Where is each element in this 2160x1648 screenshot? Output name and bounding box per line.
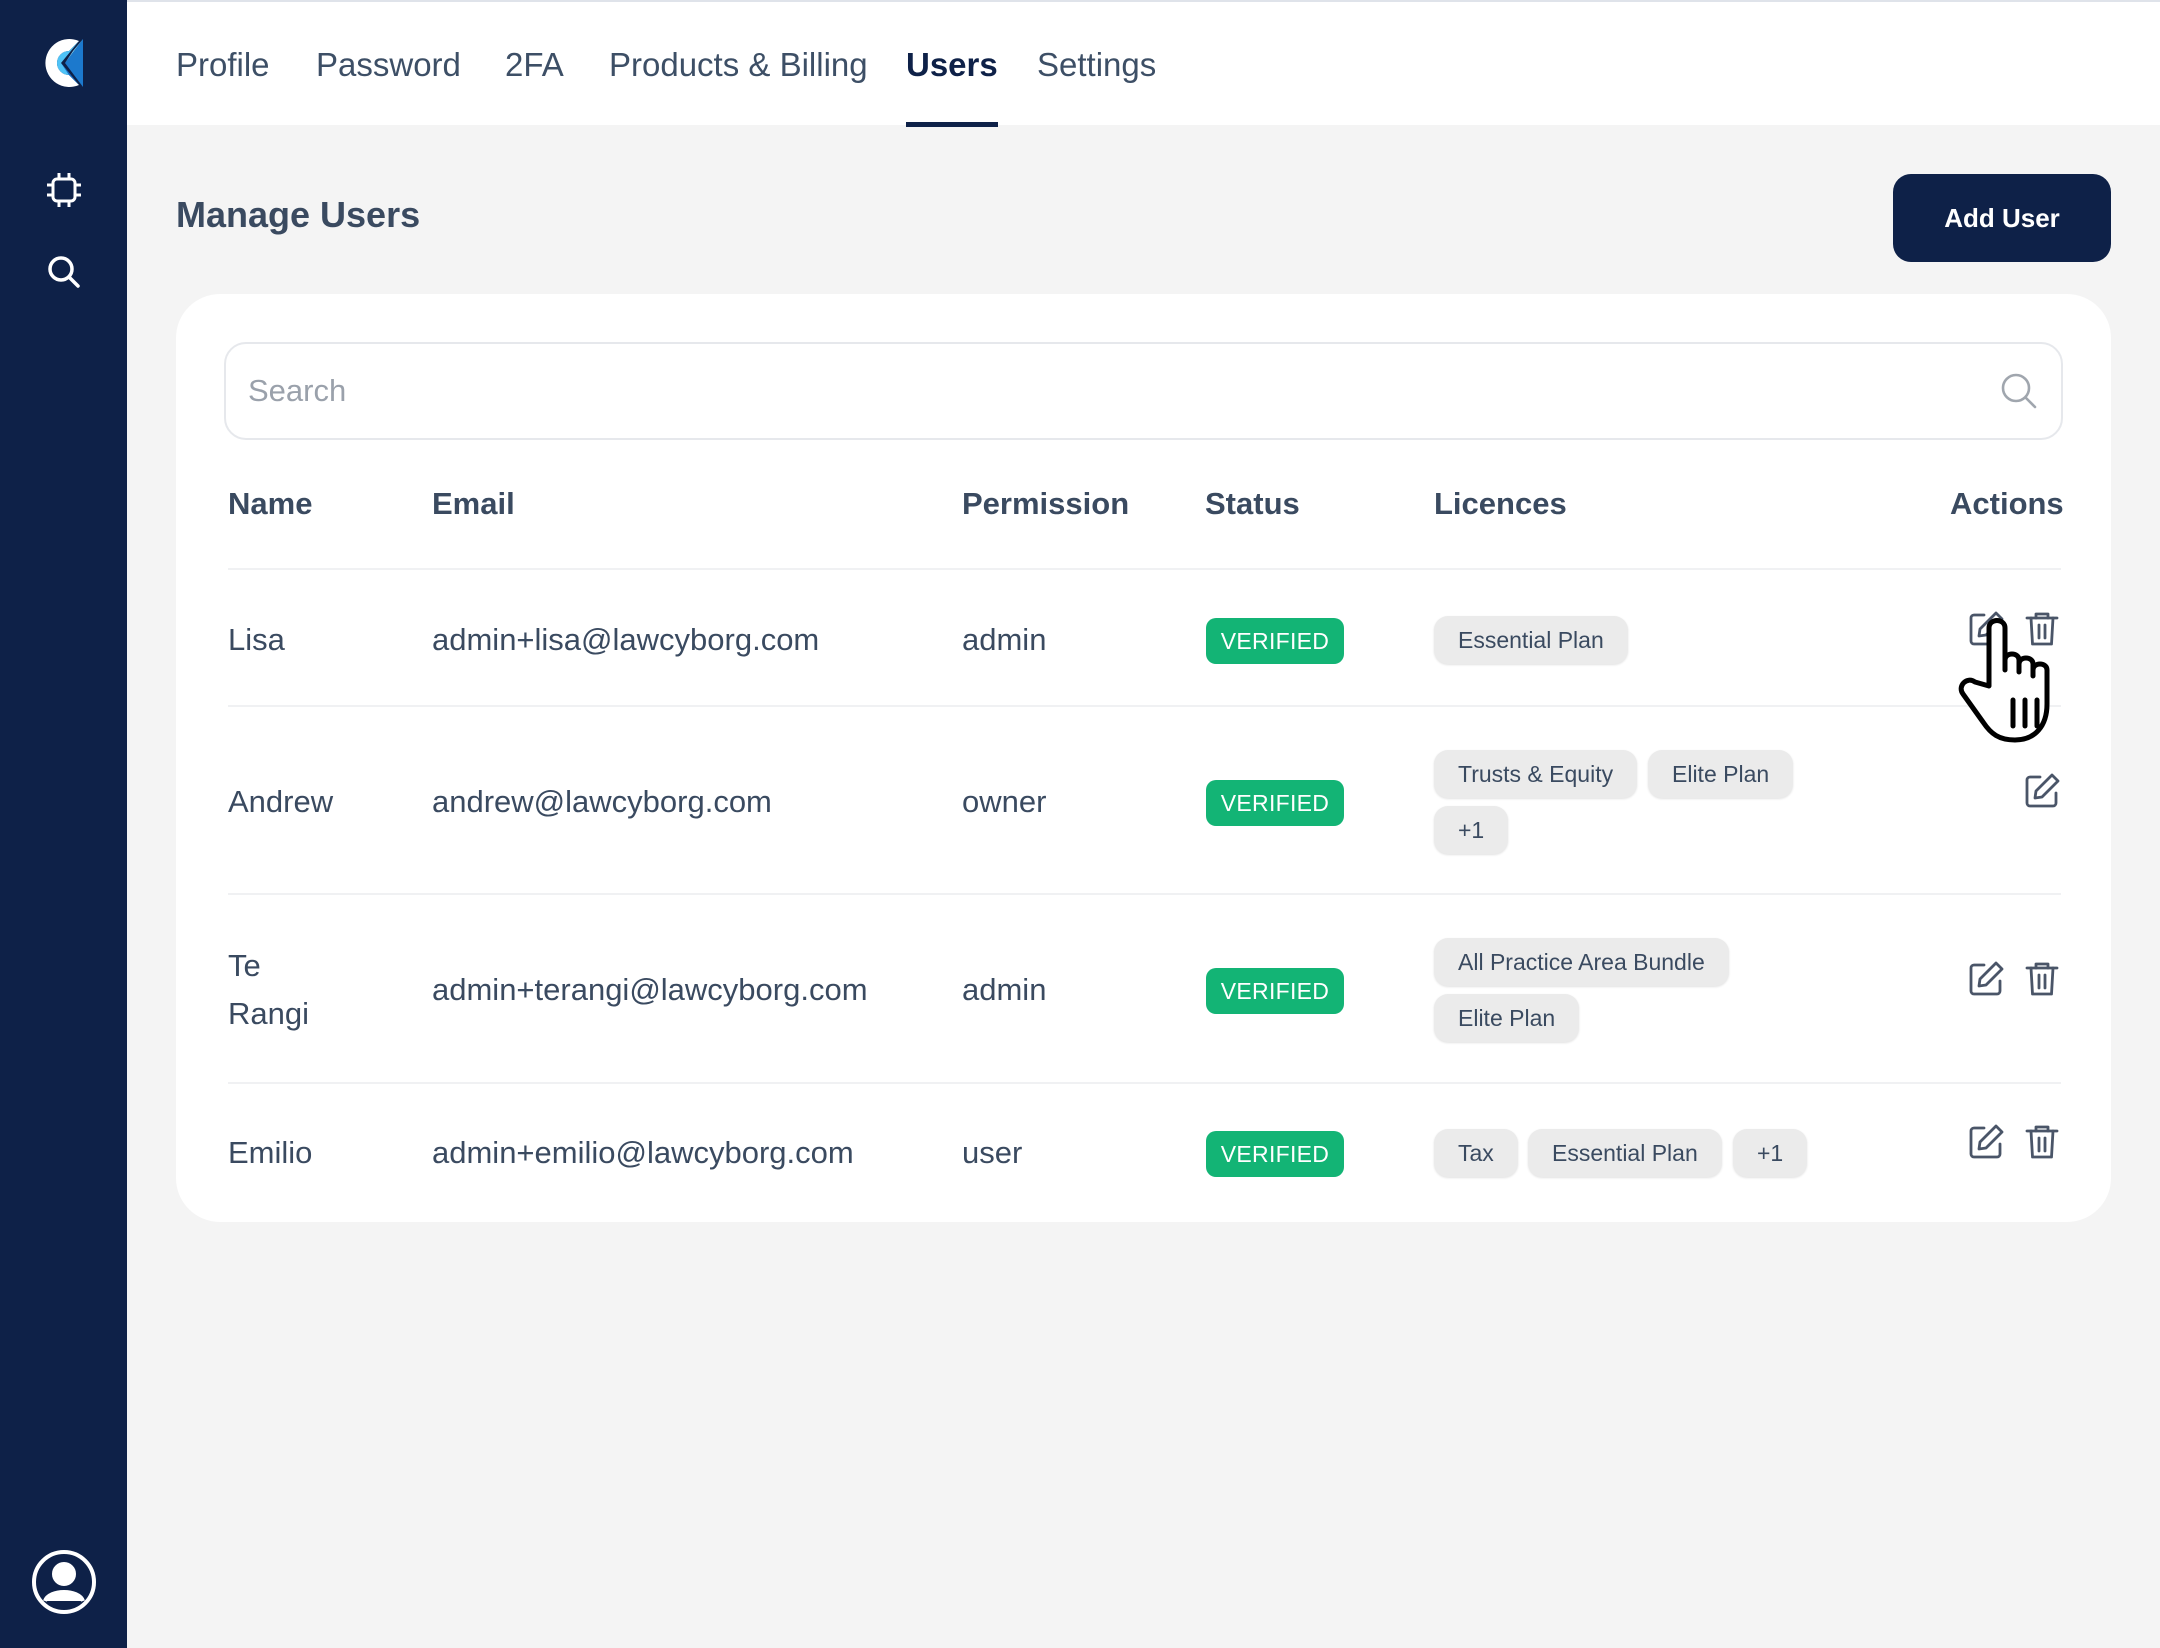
column-header-actions: Actions bbox=[1950, 486, 2064, 521]
licence-chip: +1 bbox=[1434, 806, 1509, 854]
edit-icon[interactable] bbox=[1966, 959, 2006, 999]
row-divider bbox=[228, 568, 2061, 570]
trash-icon[interactable] bbox=[2022, 959, 2062, 999]
tab-password[interactable]: Password bbox=[316, 2, 461, 127]
app-logo-icon[interactable] bbox=[0, 28, 127, 98]
licence-chip: +1 bbox=[1733, 1129, 1808, 1177]
tab-users[interactable]: Users bbox=[906, 2, 998, 127]
user-permission: admin bbox=[962, 622, 1047, 657]
column-header-permission: Permission bbox=[962, 486, 1130, 521]
user-permission: user bbox=[962, 1135, 1023, 1170]
user-name: Lisa bbox=[228, 622, 285, 657]
user-name: Andrew bbox=[228, 784, 334, 819]
tab-2fa[interactable]: 2FA bbox=[505, 2, 564, 127]
search-icon[interactable] bbox=[1999, 371, 2039, 411]
chip-icon[interactable] bbox=[0, 158, 127, 222]
status-badge: VERIFIED bbox=[1206, 780, 1344, 826]
tab-settings[interactable]: Settings bbox=[1037, 2, 1156, 127]
edit-icon[interactable] bbox=[1966, 1122, 2006, 1162]
status-badge: VERIFIED bbox=[1206, 618, 1344, 664]
add-user-button[interactable]: Add User bbox=[1893, 174, 2111, 262]
column-header-licences: Licences bbox=[1434, 486, 1567, 521]
trash-icon[interactable] bbox=[2022, 1122, 2062, 1162]
licence-chip: Tax bbox=[1434, 1129, 1518, 1177]
tab-profile[interactable]: Profile bbox=[176, 2, 270, 127]
user-permission: admin bbox=[962, 972, 1047, 1007]
column-header-name: Name bbox=[228, 486, 313, 521]
licence-chip: Essential Plan bbox=[1528, 1129, 1722, 1177]
edit-icon[interactable] bbox=[1966, 609, 2006, 649]
tab-users-label: Users bbox=[906, 45, 998, 83]
status-badge: VERIFIED bbox=[1206, 968, 1344, 1014]
active-tab-indicator bbox=[906, 122, 998, 127]
page-title: Manage Users bbox=[176, 194, 421, 235]
column-header-email: Email bbox=[432, 486, 515, 521]
edit-icon[interactable] bbox=[2022, 771, 2062, 811]
user-name: Emilio bbox=[228, 1135, 313, 1170]
user-email: admin+emilio@lawcyborg.com bbox=[432, 1135, 854, 1170]
search-box bbox=[224, 342, 2063, 440]
row-divider bbox=[228, 1082, 2061, 1084]
licence-chip: Essential Plan bbox=[1434, 616, 1628, 664]
tab-products-billing[interactable]: Products & Billing bbox=[609, 2, 868, 127]
search-input[interactable] bbox=[248, 344, 1968, 438]
sidebar bbox=[0, 0, 127, 1648]
top-tab-bar: Profile Password 2FA Products & Billing … bbox=[127, 0, 2160, 127]
licence-chip: All Practice Area Bundle bbox=[1434, 938, 1729, 986]
licence-chip: Trusts & Equity bbox=[1434, 750, 1638, 798]
user-permission: owner bbox=[962, 784, 1047, 819]
user-email: admin+lisa@lawcyborg.com bbox=[432, 622, 820, 657]
user-email: andrew@lawcyborg.com bbox=[432, 784, 772, 819]
status-badge: VERIFIED bbox=[1206, 1131, 1344, 1177]
column-header-status: Status bbox=[1205, 486, 1300, 521]
search-icon[interactable] bbox=[0, 240, 127, 304]
user-name-line2: Rangi bbox=[228, 996, 309, 1031]
user-avatar-icon[interactable] bbox=[0, 1540, 127, 1624]
row-divider bbox=[228, 893, 2061, 895]
licence-chip: Elite Plan bbox=[1434, 994, 1580, 1042]
licence-chip: Elite Plan bbox=[1648, 750, 1794, 798]
user-name-line1: Te bbox=[228, 948, 261, 983]
row-divider bbox=[228, 705, 2061, 707]
user-email: admin+terangi@lawcyborg.com bbox=[432, 972, 868, 1007]
trash-icon[interactable] bbox=[2022, 609, 2062, 649]
